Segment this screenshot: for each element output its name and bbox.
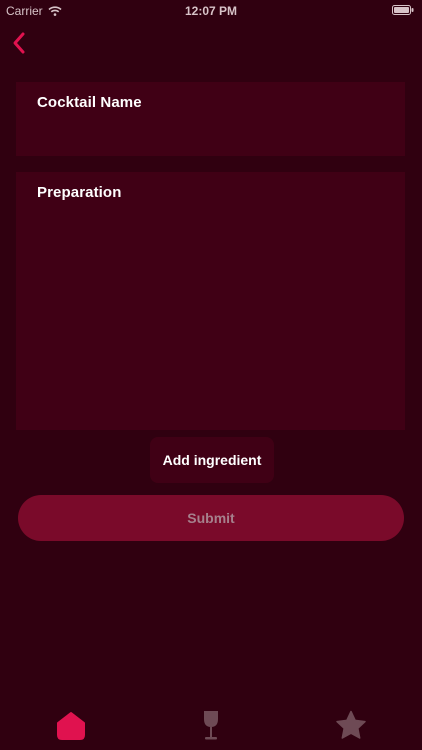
preparation-input[interactable] xyxy=(37,209,384,409)
tab-favorites[interactable] xyxy=(333,708,369,742)
chevron-left-icon xyxy=(13,32,25,54)
cocktail-name-label: Cocktail Name xyxy=(37,94,142,111)
cocktail-name-input[interactable] xyxy=(37,119,384,135)
add-ingredient-button[interactable]: Add ingredient xyxy=(150,437,274,483)
status-time: 12:07 PM xyxy=(184,4,238,18)
tab-drinks[interactable] xyxy=(193,708,229,742)
star-icon xyxy=(336,710,366,739)
submit-button[interactable]: Submit xyxy=(18,495,404,541)
preparation-label: Preparation xyxy=(37,184,122,201)
preparation-field[interactable]: Preparation xyxy=(16,172,405,430)
cocktail-name-field[interactable]: Cocktail Name xyxy=(16,82,405,156)
wine-glass-icon xyxy=(204,711,218,740)
tab-home[interactable] xyxy=(53,708,89,742)
back-button[interactable] xyxy=(6,30,32,56)
home-icon xyxy=(57,712,85,740)
battery-icon xyxy=(392,5,414,15)
status-bar: Carrier 12:07 PM xyxy=(0,0,422,22)
tab-bar xyxy=(0,700,422,750)
